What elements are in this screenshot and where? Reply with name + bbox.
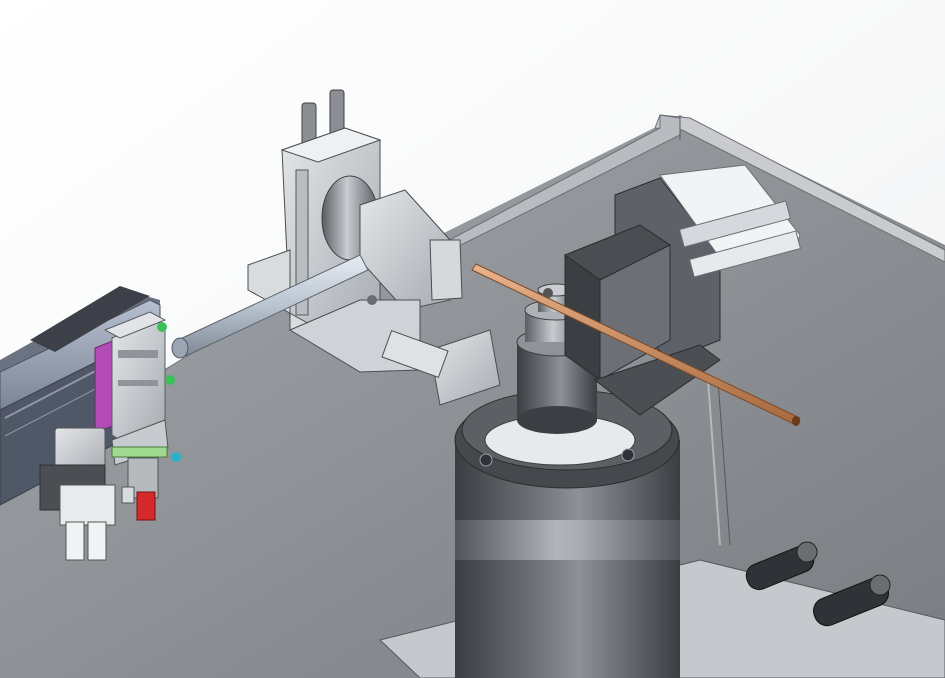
cad-scene — [0, 0, 945, 678]
